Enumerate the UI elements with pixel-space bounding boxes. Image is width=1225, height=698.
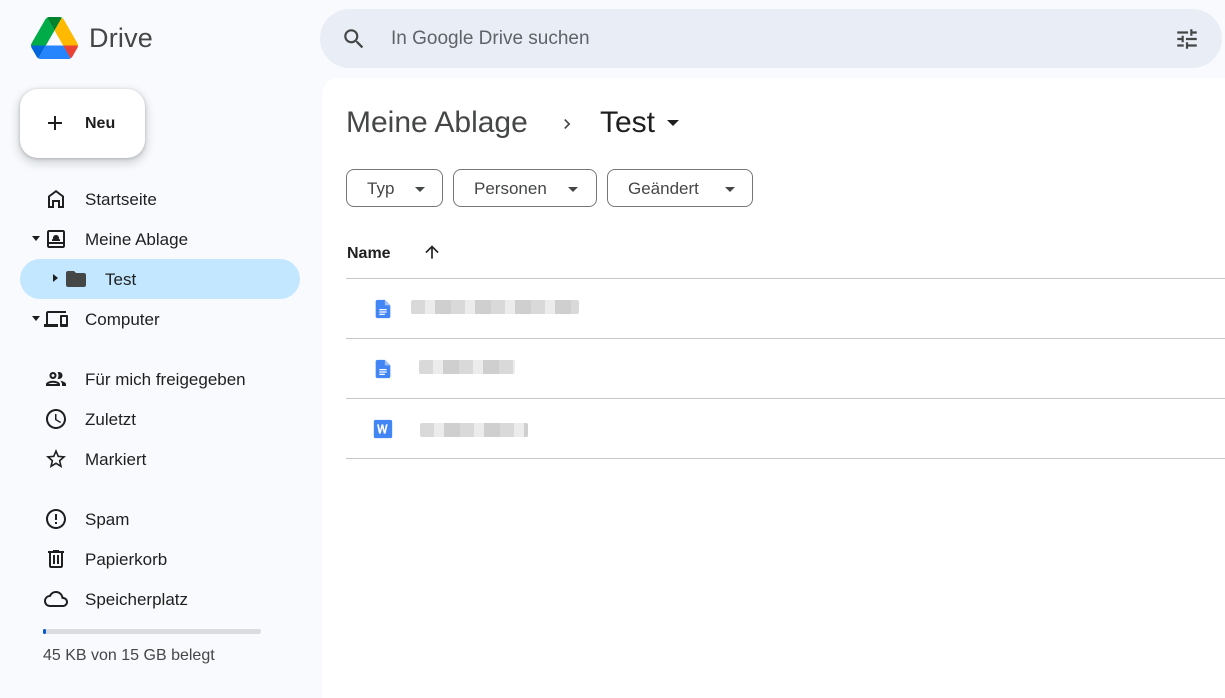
shared-icon bbox=[46, 372, 66, 386]
filter-type-label: Typ bbox=[367, 179, 395, 198]
sidebar-item-label: Meine Ablage bbox=[85, 230, 189, 249]
filter-type-chip[interactable]: Typ bbox=[346, 169, 443, 207]
filter-modified-label: Geändert bbox=[628, 179, 699, 198]
sidebar-item-my-drive[interactable]: Meine Ablage bbox=[20, 219, 300, 259]
computer-icon bbox=[44, 311, 68, 327]
new-button[interactable]: Neu bbox=[20, 89, 145, 158]
sidebar-item-label: Zuletzt bbox=[85, 410, 137, 429]
expand-arrow-icon[interactable] bbox=[32, 236, 40, 241]
filter-people-chip[interactable]: Personen bbox=[453, 169, 597, 207]
caret-down-icon bbox=[725, 187, 735, 192]
sidebar-item-trash[interactable]: Papierkorb bbox=[20, 539, 300, 579]
sidebar-item-label: Für mich freigegeben bbox=[85, 370, 246, 389]
trash-icon bbox=[48, 550, 64, 568]
file-name bbox=[411, 300, 579, 314]
search-input[interactable]: In Google Drive suchen bbox=[391, 28, 590, 50]
drive-logo[interactable]: Drive bbox=[31, 17, 153, 59]
filter-modified-chip[interactable]: Geändert bbox=[607, 169, 753, 207]
breadcrumb-current[interactable]: Test bbox=[600, 106, 655, 140]
sidebar-item-spam[interactable]: Spam bbox=[20, 499, 300, 539]
clock-icon bbox=[46, 409, 66, 429]
app-name: Drive bbox=[89, 22, 154, 53]
caret-down-icon[interactable] bbox=[667, 120, 679, 126]
sidebar-item-label: Test bbox=[105, 270, 137, 289]
cloud-icon bbox=[44, 591, 68, 607]
table-row[interactable] bbox=[346, 279, 1225, 339]
storage-bar bbox=[43, 629, 261, 634]
caret-down-icon bbox=[568, 187, 578, 192]
google-doc-icon bbox=[375, 299, 391, 319]
sidebar-item-storage[interactable]: Speicherplatz bbox=[20, 579, 300, 619]
divider bbox=[346, 458, 1225, 459]
star-icon bbox=[46, 449, 66, 468]
word-doc-icon bbox=[373, 419, 393, 439]
file-name bbox=[420, 423, 528, 437]
google-doc-icon bbox=[375, 359, 391, 379]
home-icon bbox=[48, 190, 64, 208]
caret-down-icon bbox=[415, 187, 425, 192]
storage-bar-fill bbox=[43, 629, 47, 634]
table-row[interactable] bbox=[346, 399, 1225, 459]
sidebar-item-label: Markiert bbox=[85, 450, 147, 469]
search-icon[interactable] bbox=[341, 26, 367, 52]
drive-logo-icon bbox=[31, 17, 78, 59]
breadcrumb-parent[interactable]: Meine Ablage bbox=[346, 106, 528, 140]
sidebar-item-computer[interactable]: Computer bbox=[20, 299, 300, 339]
sidebar-item-home[interactable]: Startseite bbox=[20, 179, 300, 219]
new-button-label: Neu bbox=[85, 115, 116, 132]
expand-arrow-icon[interactable] bbox=[53, 274, 58, 282]
chevron-right-icon bbox=[564, 119, 571, 129]
sidebar-item-test[interactable]: Test bbox=[20, 259, 300, 299]
sort-ascending-icon[interactable] bbox=[422, 242, 442, 262]
expand-arrow-icon[interactable] bbox=[32, 316, 40, 321]
sidebar-item-label: Computer bbox=[85, 310, 160, 329]
table-row[interactable] bbox=[346, 339, 1225, 399]
file-name bbox=[419, 360, 515, 374]
my-drive-icon bbox=[47, 230, 65, 248]
search-options-icon[interactable] bbox=[1174, 26, 1200, 52]
sidebar-item-recent[interactable]: Zuletzt bbox=[20, 399, 300, 439]
spam-icon bbox=[46, 509, 66, 529]
column-header-name[interactable]: Name bbox=[347, 245, 391, 263]
folder-icon bbox=[66, 271, 86, 287]
sidebar-item-label: Papierkorb bbox=[85, 550, 168, 569]
sidebar-item-label: Spam bbox=[85, 510, 130, 529]
filter-people-label: Personen bbox=[474, 179, 547, 198]
sidebar-item-starred[interactable]: Markiert bbox=[20, 439, 300, 479]
search-bar[interactable]: In Google Drive suchen bbox=[320, 9, 1222, 68]
sidebar-item-label: Startseite bbox=[85, 190, 157, 209]
plus-icon bbox=[48, 116, 62, 130]
storage-text: 45 KB von 15 GB belegt bbox=[43, 647, 215, 664]
main-panel: Meine Ablage Test Typ Personen Geändert … bbox=[322, 78, 1225, 698]
sidebar-item-shared[interactable]: Für mich freigegeben bbox=[20, 359, 300, 399]
sidebar-item-label: Speicherplatz bbox=[85, 590, 189, 609]
